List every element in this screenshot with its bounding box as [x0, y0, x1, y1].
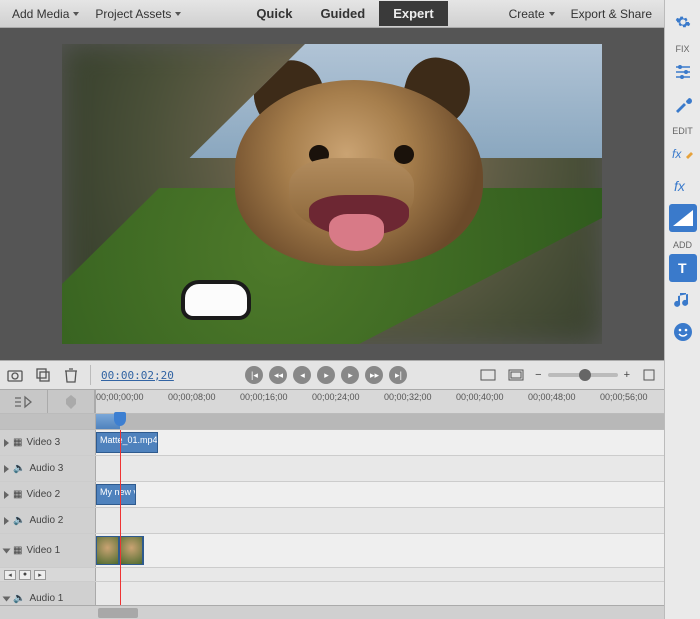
mode-quick[interactable]: Quick: [242, 1, 306, 26]
track-header-video2[interactable]: ▦Video 2: [0, 482, 96, 507]
duplicate-icon[interactable]: [34, 366, 52, 384]
preview-area: [0, 28, 664, 360]
ruler-tick: 00;00;48;00: [528, 392, 576, 402]
tracks-tool-icon[interactable]: [0, 390, 48, 413]
track-header-audio1[interactable]: 🔈Audio 1: [0, 582, 96, 605]
speaker-icon[interactable]: 🔈: [13, 593, 25, 604]
marker-tool-icon[interactable]: [48, 390, 96, 413]
horizontal-scrollbar[interactable]: [0, 605, 664, 619]
transitions-icon[interactable]: [669, 204, 697, 232]
export-share-button[interactable]: Export & Share: [565, 4, 658, 24]
step-forward-icon[interactable]: ▸: [341, 366, 359, 384]
zoom-slider[interactable]: [548, 373, 618, 377]
clip-matte[interactable]: Matte_01.mp4: [96, 432, 158, 453]
timecode[interactable]: 00:00:02;20: [101, 369, 174, 382]
rail-section-fix: FIX: [675, 44, 689, 54]
film-icon[interactable]: ▦: [13, 489, 22, 500]
ruler-tick: 00;00;24;00: [312, 392, 360, 402]
speaker-icon[interactable]: 🔈: [13, 463, 25, 474]
expand-icon[interactable]: [4, 465, 9, 473]
step-back-icon[interactable]: ◂: [293, 366, 311, 384]
ruler-tick: 00;00;40;00: [456, 392, 504, 402]
collapse-icon[interactable]: [3, 548, 11, 553]
track-header-audio2[interactable]: 🔈Audio 2: [0, 508, 96, 533]
clip-thumb-1[interactable]: [96, 536, 120, 565]
titles-icon[interactable]: T: [669, 254, 697, 282]
trash-icon[interactable]: [62, 366, 80, 384]
rail-section-edit: EDIT: [672, 126, 693, 136]
track-toggle-button[interactable]: ▸: [34, 570, 46, 580]
ruler-tick: 00;00;08;00: [168, 392, 216, 402]
speaker-icon[interactable]: 🔈: [13, 515, 25, 526]
expand-icon[interactable]: [4, 491, 9, 499]
ruler-tick: 00;00;00;00: [96, 392, 144, 402]
graphics-smiley-icon[interactable]: [669, 318, 697, 346]
timeline-panel: 00;00;00;00 00;00;08;00 00;00;16;00 00;00;2…: [0, 390, 664, 619]
expand-icon[interactable]: [4, 517, 9, 525]
rewind-icon[interactable]: ◂◂: [269, 366, 287, 384]
svg-text:fx: fx: [674, 178, 686, 194]
time-ruler[interactable]: 00;00;00;00 00;00;08;00 00;00;16;00 00;00;2…: [96, 390, 664, 413]
svg-text:T: T: [678, 260, 687, 276]
playhead-icon[interactable]: [114, 412, 126, 426]
expand-icon[interactable]: [4, 439, 9, 447]
tools-icon[interactable]: [669, 90, 697, 118]
create-menu[interactable]: Create: [503, 4, 561, 24]
fullscreen-icon[interactable]: [479, 366, 497, 384]
ruler-tick: 00;00;32;00: [384, 392, 432, 402]
preview-monitor[interactable]: [62, 44, 602, 344]
ruler-tick: 00;00;16;00: [240, 392, 288, 402]
film-icon[interactable]: ▦: [13, 545, 22, 556]
camera-icon[interactable]: [6, 366, 24, 384]
main-column: Add Media Project Assets Quick Guided Ex…: [0, 0, 664, 619]
add-media-menu[interactable]: Add Media: [6, 4, 85, 24]
goto-start-icon[interactable]: |◂: [245, 366, 263, 384]
svg-text:fx: fx: [672, 147, 682, 161]
fx-icon[interactable]: fx: [669, 172, 697, 200]
right-rail: FIX EDIT fx fx ADD T: [664, 0, 700, 619]
playhead-line: [120, 430, 121, 605]
track-header-video1[interactable]: ▦Video 1: [0, 534, 96, 567]
mode-expert[interactable]: Expert: [379, 1, 447, 26]
work-area-bar[interactable]: [96, 414, 664, 429]
track-toggle-button[interactable]: ◂: [4, 570, 16, 580]
zoom-out-button[interactable]: −: [535, 369, 541, 381]
topbar: Add Media Project Assets Quick Guided Ex…: [0, 0, 664, 28]
music-icon[interactable]: [669, 286, 697, 314]
control-bar: 00:00:02;20 |◂ ◂◂ ◂ ▸ ▸ ▸▸ ▸| − +: [0, 360, 664, 390]
rail-section-add: ADD: [673, 240, 692, 250]
safe-margins-icon[interactable]: [507, 366, 525, 384]
zoom-in-button[interactable]: +: [624, 369, 630, 381]
project-assets-menu[interactable]: Project Assets: [89, 4, 187, 24]
clip-mynewvid[interactable]: My new vid: [96, 484, 136, 505]
render-icon[interactable]: [640, 366, 658, 384]
track-header-video3[interactable]: ▦Video 3: [0, 430, 96, 455]
ruler-tick: 00;00;56;00: [600, 392, 648, 402]
track-header-audio3[interactable]: 🔈Audio 3: [0, 456, 96, 481]
settings-gear-icon[interactable]: [669, 8, 697, 36]
goto-end-icon[interactable]: ▸|: [389, 366, 407, 384]
play-icon[interactable]: ▸: [317, 366, 335, 384]
adjust-sliders-icon[interactable]: [669, 58, 697, 86]
fast-forward-icon[interactable]: ▸▸: [365, 366, 383, 384]
tracks-area: ▦Video 3 Matte_01.mp4 🔈Audio 3 ▦Video 2 …: [0, 430, 664, 605]
fx-edit-icon[interactable]: fx: [669, 140, 697, 168]
collapse-icon[interactable]: [3, 596, 11, 601]
track-toggle-button[interactable]: ●: [19, 570, 31, 580]
clip-thumb-2[interactable]: [120, 536, 144, 565]
film-icon[interactable]: ▦: [13, 437, 22, 448]
mode-guided[interactable]: Guided: [306, 1, 379, 26]
